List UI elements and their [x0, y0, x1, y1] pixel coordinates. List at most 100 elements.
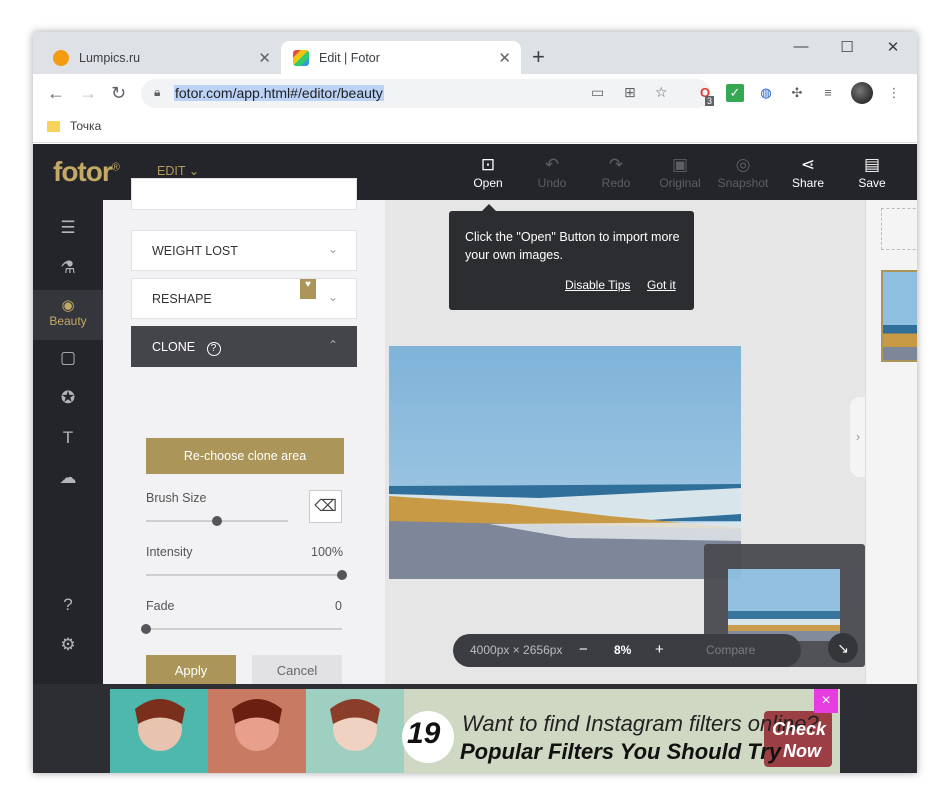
intensity-slider[interactable] [146, 574, 342, 576]
translate-icon[interactable]: ⊞ [624, 84, 636, 101]
beach-photo[interactable] [389, 346, 741, 579]
checkmark-extension-icon[interactable]: ✓ [726, 84, 744, 102]
adjust-tool-icon[interactable]: ☰ [33, 218, 103, 238]
cancel-button[interactable]: Cancel [252, 655, 342, 687]
sticker-star-icon[interactable]: ✪ [33, 388, 103, 408]
intensity-knob[interactable] [337, 570, 347, 580]
tab-fotor[interactable]: Edit | Fotor ✕ [281, 41, 521, 74]
chevron-down-icon: ⌄ [327, 290, 338, 304]
zoom-bar: 4000px × 2656px − 8% + Compare [453, 634, 801, 667]
weight-lost-item[interactable]: WEIGHT LOST ⌄ [131, 230, 357, 271]
cast-icon[interactable]: ▭ [591, 84, 604, 101]
save-button[interactable]: ▤ Save [842, 154, 902, 190]
share-button[interactable]: ⋖ Share [778, 154, 838, 190]
reshape-item[interactable]: RESHAPE ♥ ⌄ [131, 278, 357, 319]
prev-accordion-item[interactable] [131, 178, 357, 210]
original-button[interactable]: ▣ Original [650, 154, 710, 190]
snapshot-button[interactable]: ◎ Snapshot [713, 154, 773, 190]
history-thumbnail[interactable] [881, 270, 917, 362]
intensity-value: 100% [311, 545, 343, 559]
snapshot-label: Snapshot [717, 176, 769, 190]
vpn-extension-icon[interactable]: ◍ [757, 84, 775, 102]
disable-tips-link[interactable]: Disable Tips [565, 278, 630, 292]
menu-dots-icon[interactable]: ⋮ [885, 84, 903, 102]
clone-item[interactable]: CLONE ? ⌃ [131, 326, 357, 367]
address-bar[interactable]: 🔒︎ fotor.com/app.html#/editor/beauty ▭ ⊞… [141, 79, 711, 108]
tab-lumpics[interactable]: Lumpics.ru ✕ [41, 41, 281, 74]
beauty-tool[interactable]: ◉ Beauty [33, 290, 103, 340]
effects-flask-icon[interactable]: ⚗ [33, 258, 103, 278]
open-label: Open [473, 176, 503, 190]
fade-value: 0 [335, 599, 342, 613]
save-label: Save [858, 176, 886, 190]
reshape-label: RESHAPE [152, 292, 212, 306]
settings-gear-icon[interactable]: ⚙ [33, 635, 103, 655]
compare-button[interactable]: Compare [706, 643, 755, 657]
add-image-slot[interactable] [881, 208, 917, 250]
bookmark-folder[interactable]: Точка [47, 119, 101, 133]
help-icon[interactable]: ? [33, 595, 103, 615]
zoom-in-button[interactable]: + [655, 641, 664, 658]
text-tool-icon[interactable]: T [33, 428, 103, 448]
back-icon[interactable]: ← [47, 83, 65, 104]
url-text[interactable]: fotor.com/app.html#/editor/beauty [174, 85, 384, 101]
media-control-icon[interactable]: ≡ [819, 84, 837, 102]
fade-slider[interactable] [146, 628, 342, 630]
image-open-icon: ⊡ [480, 155, 496, 174]
clone-label: CLONE [152, 340, 196, 354]
maximize-icon[interactable]: ☐ [824, 38, 870, 56]
open-button[interactable]: ⊡ Open [458, 154, 518, 190]
eye-icon: ◉ [61, 297, 75, 314]
original-label: Original [659, 176, 701, 190]
brush-size-knob[interactable] [212, 516, 222, 526]
tool-sidebar: ☰ ⚗ ◉ Beauty ▢ ✪ T ☁ ? ⚙ [33, 200, 103, 684]
minimize-icon[interactable]: — [778, 38, 824, 55]
open-tip-popover: Click the "Open" Button to import more y… [449, 204, 694, 310]
avatar[interactable] [851, 82, 873, 104]
expand-right-panel-icon[interactable]: › [850, 397, 866, 477]
chevron-down-icon: ⌄ [188, 164, 200, 178]
fotor-favicon-icon [293, 49, 309, 66]
original-icon: ▣ [671, 155, 689, 174]
edit-menu-label: EDIT [157, 164, 186, 178]
frame-tool-icon[interactable]: ▢ [33, 348, 103, 368]
ad-cta-now[interactable]: Now [783, 741, 821, 762]
collapse-navigator-icon[interactable]: ↘ [828, 633, 858, 663]
brush-size-label: Brush Size [146, 491, 207, 505]
tab-strip: Lumpics.ru ✕ Edit | Fotor ✕ + — ☐ ✕ [33, 32, 917, 74]
redo-label: Redo [601, 176, 631, 190]
ad-cta-check[interactable]: Check [772, 719, 826, 740]
intensity-label: Intensity [146, 545, 193, 559]
close-window-icon[interactable]: ✕ [870, 38, 916, 56]
fotor-logo[interactable]: fotor® [53, 156, 120, 188]
bookmark-star-icon[interactable]: ☆ [655, 84, 668, 101]
redo-button[interactable]: ↷ Redo [586, 154, 646, 190]
close-tab-icon[interactable]: ✕ [258, 49, 271, 67]
weight-lost-label: WEIGHT LOST [152, 244, 238, 258]
got-it-link[interactable]: Got it [647, 278, 676, 292]
rechoose-clone-area-button[interactable]: Re-choose clone area [146, 438, 344, 474]
browser-toolbar: ← → ↻ 🔒︎ fotor.com/app.html#/editor/beau… [33, 74, 917, 112]
zoom-out-button[interactable]: − [579, 641, 588, 658]
share-label: Share [791, 176, 825, 190]
minimap-thumbnail [728, 569, 840, 641]
beauty-panel: WEIGHT LOST ⌄ RESHAPE ♥ ⌄ CLONE ? ⌃ Re-c… [103, 178, 385, 687]
ad-banner[interactable]: 19 Want to find Instagram filters online… [110, 689, 840, 773]
new-tab-button[interactable]: + [532, 44, 545, 70]
close-tab-icon[interactable]: ✕ [498, 49, 511, 67]
undo-button[interactable]: ↶ Undo [522, 154, 582, 190]
forward-icon[interactable]: → [79, 83, 97, 104]
reload-icon[interactable]: ↻ [111, 83, 126, 104]
puzzle-extensions-icon[interactable]: ✣ [788, 84, 806, 102]
canvas-workspace[interactable]: Click the "Open" Button to import more y… [385, 200, 866, 684]
cloud-upload-icon[interactable]: ☁ [33, 468, 103, 488]
apply-button[interactable]: Apply [146, 655, 236, 687]
fade-knob[interactable] [141, 624, 151, 634]
edit-menu[interactable]: EDIT ⌄ [157, 163, 199, 178]
chevron-down-icon: ⌄ [327, 242, 338, 256]
ad-close-button[interactable]: × [814, 689, 838, 713]
tip-text: Click the "Open" Button to import more y… [465, 230, 680, 262]
help-circle-icon[interactable]: ? [206, 342, 221, 356]
eraser-icon[interactable]: ⌫ [309, 490, 342, 523]
fade-label: Fade [146, 599, 175, 613]
